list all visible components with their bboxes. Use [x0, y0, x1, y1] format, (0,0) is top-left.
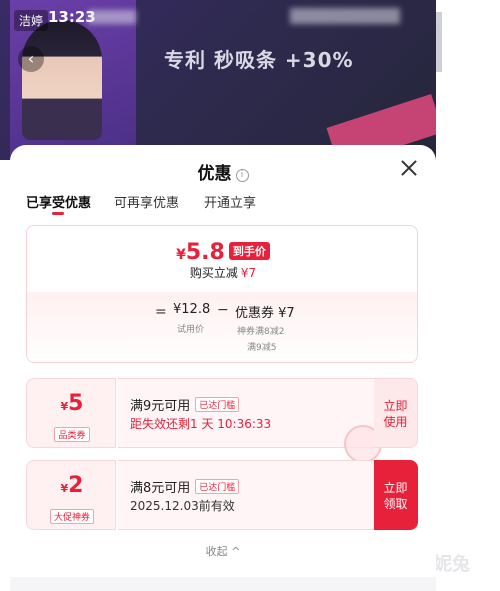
- currency-symbol: ¥: [176, 247, 186, 263]
- bottom-divider: [10, 577, 436, 591]
- discount-amount: ¥7: [240, 266, 257, 280]
- sheet-title: 优惠 i: [10, 159, 436, 184]
- coupon-condition: 满8元可用 已达门槛: [130, 477, 240, 496]
- coupon-value-stub: ¥5 品类券: [26, 378, 116, 448]
- close-icon[interactable]: [398, 157, 420, 179]
- claim-now-line1: 立即: [383, 481, 408, 495]
- product-backdrop: 洁婷 13:23 ‹ 专利 秒吸条 +30%: [0, 0, 436, 160]
- active-tab-indicator: [52, 212, 64, 215]
- info-icon[interactable]: i: [235, 169, 249, 182]
- coupon-body: 满9元可用 已达门槛 距失效还剩1 天 10:36:33: [118, 378, 382, 463]
- discount-label: 购买立减: [189, 266, 238, 280]
- coupon-condition: 满9元可用 已达门槛: [130, 395, 240, 414]
- blurred-status-area: [290, 8, 400, 24]
- coupon-total: 优惠券 ¥7: [235, 306, 295, 321]
- coupon-amount: ¥2: [27, 473, 117, 498]
- price-summary-card: ¥5.8 到手价 购买立减 ¥7 = ¥12.8 试用价 − 优惠券 ¥7 神券满8…: [26, 225, 418, 363]
- coupon-type: 品类券: [27, 423, 117, 442]
- coupon-type-label: 大促神券: [49, 509, 94, 524]
- threshold-badge: 已达门槛: [195, 397, 240, 412]
- use-now-button[interactable]: 立即 使用: [374, 378, 418, 448]
- coupon-condition-text: 满8元可用: [130, 481, 191, 496]
- minus-sign: −: [217, 302, 229, 318]
- coupon-detail-2: 满9减5: [247, 343, 277, 353]
- equals-sign: =: [155, 304, 167, 320]
- final-price-value: 5.8: [185, 240, 225, 265]
- tab-activate-offers[interactable]: 开通立享: [204, 192, 256, 211]
- coupon-condition-text: 满9元可用: [130, 399, 191, 414]
- banner-text: 专利 秒吸条 +30%: [164, 48, 354, 72]
- coupon-card: ¥5 品类券 满9元可用 已达门槛 距失效还剩1 天 10:36:33 立即 使用: [26, 378, 418, 463]
- tab-enjoyed-offers[interactable]: 已享受优惠: [26, 192, 91, 211]
- sheet-title-text: 优惠: [197, 164, 232, 184]
- final-price-tag: 到手价: [228, 242, 270, 260]
- claim-now-button[interactable]: 立即 领取: [374, 460, 418, 530]
- coupon-amount-value: 5: [68, 391, 84, 416]
- claim-now-line2: 领取: [383, 497, 408, 511]
- blurred-status-area-2: [88, 10, 136, 24]
- coupon-type: 大促神券: [27, 505, 117, 524]
- coupon-countdown: 距失效还剩1 天 10:36:33: [130, 417, 272, 431]
- use-now-line2: 使用: [383, 415, 408, 429]
- price-formula: = ¥12.8 试用价 − 优惠券 ¥7 神券满8减2 满9减5: [27, 302, 417, 362]
- right-edge: [436, 0, 500, 591]
- use-now-line1: 立即: [383, 399, 408, 413]
- coupon-type-label: 品类券: [54, 427, 90, 442]
- trial-price-caption: 试用价: [177, 325, 205, 335]
- model-photo: [22, 20, 102, 140]
- coupon-detail-1: 神券满8减2: [237, 327, 285, 337]
- coupon-card: ¥2 大促神券 满8元可用 已达门槛 2025.12.03前有效 立即 领取: [26, 460, 418, 530]
- threshold-badge: 已达门槛: [195, 479, 240, 494]
- trial-price: ¥12.8: [173, 302, 211, 317]
- coupon-value-stub: ¥2 大促神券: [26, 460, 116, 530]
- back-icon[interactable]: ‹: [18, 46, 44, 72]
- brand-tag: 洁婷: [14, 10, 49, 31]
- scroll-indicator: [436, 12, 442, 72]
- coupon-body: 满8元可用 已达门槛 2025.12.03前有效: [118, 460, 374, 530]
- coupon-amount-value: 2: [68, 473, 84, 498]
- tab-more-offers[interactable]: 可再享优惠: [114, 192, 179, 211]
- coupon-amount: ¥5: [27, 391, 117, 416]
- final-price: ¥5.8 到手价: [27, 240, 417, 265]
- offers-sheet: 优惠 i 已享受优惠 可再享优惠 开通立享 ¥5.8 到手价 购买立减 ¥7 = ¥1…: [10, 145, 436, 591]
- discount-line: 购买立减 ¥7: [27, 264, 417, 281]
- collapse-button[interactable]: 收起 ^: [10, 543, 436, 559]
- coupon-expiry: 2025.12.03前有效: [130, 499, 235, 513]
